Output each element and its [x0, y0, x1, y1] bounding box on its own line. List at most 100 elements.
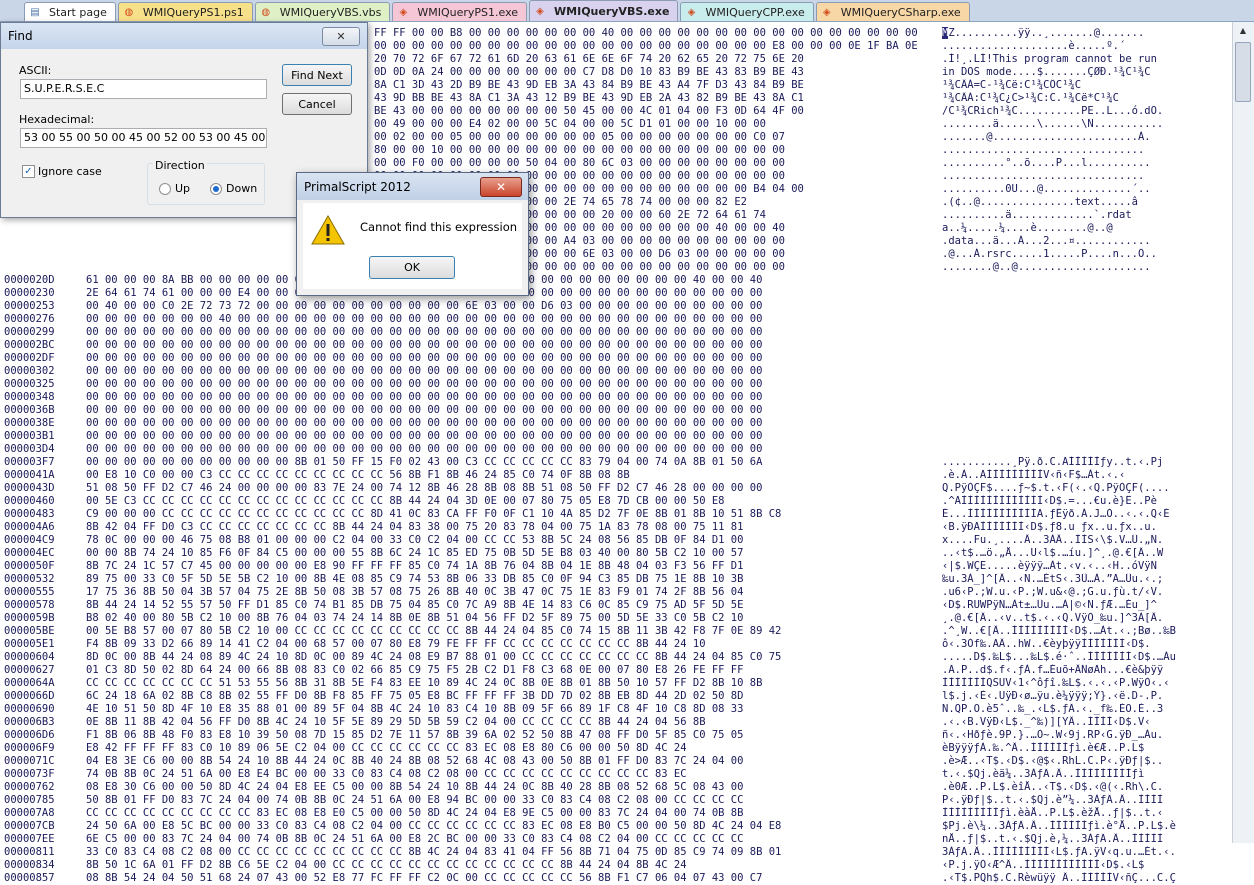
hex-row-bytes[interactable]: 74 0B 8B 0C 24 51 6A 00 E8 E4 BC 00 00 3… — [86, 768, 926, 781]
hex-row-bytes[interactable]: 00 00 00 00 00 00 00 00 00 00 00 00 00 0… — [86, 430, 926, 443]
hex-row-bytes[interactable]: 00 5E B8 57 00 07 80 5B C2 10 00 CC CC C… — [86, 625, 926, 638]
hex-row-bytes[interactable]: 8B 50 1C 6A 01 FF D2 8B C6 5E C2 04 00 C… — [86, 859, 926, 872]
hex-row-ascii[interactable]: x....Fu.¸....Â..3ÀÂ..ÌÌS‹\$.V…Û.„Ñ. — [942, 534, 1227, 547]
hex-row-ascii[interactable]: ................................ — [942, 170, 1227, 183]
hex-row-ascii[interactable]: MZ..........ÿÿ..¸.......@....... — [942, 27, 1227, 40]
hex-row-ascii[interactable]: ‹D$.RUWPÿÑ…Àt±…Ûu.…À|©‹N.ƒÆ.…Éu­_]^ — [942, 599, 1227, 612]
hex-row-ascii[interactable]: .......@.......................À. — [942, 131, 1227, 144]
hex-row-bytes[interactable]: 8B 42 04 FF D0 C3 CC CC CC CC CC CC CC 8… — [86, 521, 926, 534]
hex-row-ascii[interactable]: ........@..@..................... — [942, 261, 1227, 274]
tab-wmiquerycsharp-exe[interactable]: ◈ WMIQueryCSharp.exe — [815, 2, 970, 21]
hex-row-bytes[interactable]: 8D 0C 00 8B 44 24 08 89 4C 24 10 8D 0C 0… — [86, 651, 926, 664]
hex-row-ascii[interactable]: ¹¾CÂÁ:C¹¾C¿C>¹¾C:C.¹¾Cë*C¹¾C — [942, 92, 1227, 105]
hex-row-ascii[interactable]: t.‹.$Qj.èä¼..3ÀƒÄ.Â..ÌÌÌÌÌÌÌÌÌƒì — [942, 768, 1227, 781]
tab-wmiqueryps1-ps1[interactable]: ◍ WMIQueryPS1.ps1 — [117, 2, 253, 21]
hex-row-bytes[interactable]: 8B 7C 24 1C 57 C7 45 00 00 00 00 00 E8 9… — [86, 560, 926, 573]
hex-row-ascii[interactable]: ..........ä.............`.rdat — [942, 209, 1227, 222]
hex-row-ascii[interactable]: .....D$.‰L$...‰L$.é·ˆ..ÌÌÌÌÌÌÌ‹D$.…Àu — [942, 651, 1227, 664]
hex-row-ascii[interactable]: ..........°..õ....P...l.......... — [942, 157, 1227, 170]
hex-row-bytes[interactable]: 51 08 50 FF D2 C7 46 24 00 00 00 00 83 7… — [86, 482, 926, 495]
hex-row-ascii[interactable]: nÅ..ƒ|$..t.‹.$Qj.è,¼..3ÀƒÄ.Â..ÌÌÌÌÌ — [942, 833, 1227, 846]
hex-row-bytes[interactable]: 00 00 00 00 00 00 00 00 00 00 00 00 00 0… — [86, 365, 926, 378]
hex-row-bytes[interactable]: 0D 0D 0A 24 00 00 00 00 00 00 00 C7 D8 D… — [374, 66, 920, 79]
hex-row-bytes[interactable]: 00 00 F0 00 00 00 00 00 50 04 00 80 6C 0… — [374, 157, 920, 170]
hex-row-bytes[interactable]: 17 75 36 8B 50 04 3B 57 04 75 2E 8B 50 0… — [86, 586, 926, 599]
hex-row-bytes[interactable]: 08 8B 54 24 04 50 51 68 24 07 43 00 52 E… — [86, 872, 926, 885]
hex-row-ascii[interactable]: ‹B.ÿÐÃÌÌÌÌÌÌÌ‹D$.ƒ8.u ƒx..u.ƒx..u. — [942, 521, 1227, 534]
ascii-input[interactable]: S.U.P.E.R.S.E.C — [20, 79, 267, 99]
hex-row-bytes[interactable]: 00 00 00 00 00 00 00 00 00 00 00 00 00 0… — [86, 378, 926, 391]
ok-button[interactable]: OK — [369, 256, 455, 279]
hex-row-bytes[interactable]: 43 9D BB BE 43 8A C1 3A 43 12 B9 BE 43 9… — [374, 92, 920, 105]
hex-row-bytes[interactable]: 8A C1 3D 43 2D B9 BE 43 9D EB 3A 43 84 B… — [374, 79, 920, 92]
hex-row-ascii[interactable]: .‹T$.PQh$.C.Rèwüÿÿ Â..ÌÌÌÌÌV‹ñÇ...C.Ç — [942, 872, 1227, 885]
hex-row-bytes[interactable]: 04 E8 3E C6 00 00 8B 54 24 10 8B 44 24 0… — [86, 755, 926, 768]
direction-down-radio[interactable] — [210, 183, 222, 195]
hex-row-ascii[interactable]: ¹¾CÂÁ=C-¹¾Cë:C¹¾CÔC¹¾C — [942, 79, 1227, 92]
tab-wmiquerycpp-exe[interactable]: ◈ WMIQueryCPP.exe — [680, 2, 814, 21]
hex-row-ascii[interactable]: .è.À..ÃÌÌÌÌÌÌÌÌÌV‹ñ‹F$…Àt.‹.‹ — [942, 469, 1227, 482]
hex-row-bytes[interactable]: B8 02 40 00 80 5B C2 10 00 8B 76 04 03 7… — [86, 612, 926, 625]
message-box-close-button[interactable]: ✕ — [480, 177, 522, 197]
hex-row-bytes[interactable]: 00 00 00 00 00 00 00 00 00 00 00 00 00 0… — [86, 326, 926, 339]
hex-row-ascii[interactable]: É...ÌÌÌÌÌÌÌÌÌÌÌA.ƒÊÿð.Á.J…Ò..‹.‹.Q‹È — [942, 508, 1227, 521]
direction-up-radio[interactable] — [159, 183, 171, 195]
hex-row-bytes[interactable]: 00 40 00 00 C0 2E 72 73 72 00 00 00 00 0… — [86, 300, 926, 313]
hex-row-ascii[interactable]: èBÿÿÿƒÀ.‰.^Â..ÌÌÌÌÌÌƒì.è€Æ..P.L$ — [942, 742, 1227, 755]
hex-row-bytes[interactable]: 33 C0 83 C4 08 C2 08 00 CC CC CC CC CC C… — [86, 846, 926, 859]
hex-row-ascii[interactable]: in DOS mode....$.......ÇØÐ.¹¾C¹¾C — [942, 66, 1227, 79]
hex-row-bytes[interactable]: 00 00 00 00 00 00 00 00 00 00 00 00 00 0… — [86, 417, 926, 430]
hex-row-bytes[interactable]: 50 8B 01 FF D0 83 7C 24 04 00 74 0B 8B 0… — [86, 794, 926, 807]
hex-row-bytes[interactable]: BE 43 00 00 00 00 00 00 00 00 50 45 00 0… — [374, 105, 920, 118]
scroll-thumb[interactable] — [1235, 42, 1251, 102]
hex-row-ascii[interactable]: .@...Á.rsrc.....1.....P....n...Ö.. — [942, 248, 1227, 261]
hex-row-bytes[interactable]: 00 00 00 00 00 00 00 00 00 00 00 00 00 0… — [86, 391, 926, 404]
hex-row-bytes[interactable]: C9 00 00 00 CC CC CC CC CC CC CC CC CC C… — [86, 508, 926, 521]
hex-row-ascii[interactable]: ‹|$.WÇE.....èÿÿÿ…Àt.‹v.‹..‹H..óVÿÑ — [942, 560, 1227, 573]
hex-row-ascii[interactable]: .data...ä...Á...2...¤............ — [942, 235, 1227, 248]
hex-row-ascii[interactable]: ..‹t$.…ö.„Å...U‹l$.…íu.]^¸.@.€[Â..W — [942, 547, 1227, 560]
hex-row-ascii[interactable]: 3ÀƒÄ.Â..ÌÌÌÌÌÌÌÌÌ‹L$.ƒA.ÿV‹q.u.…Ét.‹. — [942, 846, 1227, 859]
hex-row-bytes[interactable]: 8B 44 24 14 52 55 57 50 FF D1 85 C0 74 B… — [86, 599, 926, 612]
find-next-button[interactable]: Find Next — [282, 64, 352, 86]
hex-row-ascii[interactable]: ‰u.3À_]^[Â..‹N.…ÉtS‹.3Û…À.”Ã…Ûu.‹.; — [942, 573, 1227, 586]
hex-row-bytes[interactable]: 80 00 00 10 00 00 00 00 00 00 00 00 00 0… — [374, 144, 920, 157]
hex-row-ascii[interactable]: a..¼.....¼....è........@..@ — [942, 222, 1227, 235]
hex-row-ascii[interactable]: ô‹.3Òf‰.AÂ..hW..€èyþÿÿÌÌÌÌÌÌÌ‹D$. — [942, 638, 1227, 651]
hex-row-ascii[interactable]: .è0Æ..P.L$.èîÅ..‹T$.‹D$.‹@(‹.Rh\.C. — [942, 781, 1227, 794]
hex-row-bytes[interactable]: 4E 10 51 50 8D 4F 10 E8 35 88 01 00 89 5… — [86, 703, 926, 716]
hex-row-ascii[interactable]: P‹.ÿÐƒ|$..t.‹.$Qj.è”¼..3ÀƒÄ.Â..ÌÌÌÌ — [942, 794, 1227, 807]
tab-wmiqueryvbs-exe[interactable]: ◈ WMIQueryVBS.exe — [529, 0, 679, 21]
hex-row-bytes[interactable]: 00 49 00 00 00 E4 02 00 00 5C 04 00 00 5… — [374, 118, 920, 131]
scroll-up-arrow-icon[interactable]: ▲ — [1233, 22, 1253, 39]
hex-row-bytes[interactable]: 78 0C 00 00 00 46 75 08 B8 01 00 00 00 C… — [86, 534, 926, 547]
hex-row-bytes[interactable]: 20 70 72 6F 67 72 61 6D 20 63 61 6E 6E 6… — [374, 53, 920, 66]
hex-row-bytes[interactable]: F4 8B 09 33 D2 66 89 14 41 C2 04 00 68 5… — [86, 638, 926, 651]
hex-row-bytes[interactable]: 6C 24 18 6A 02 8B C8 8B 02 55 FF D0 8B F… — [86, 690, 926, 703]
hex-row-bytes[interactable]: 00 00 00 00 00 00 00 00 00 00 00 00 00 0… — [86, 443, 926, 456]
hex-row-bytes[interactable]: 0E 8B 11 8B 42 04 56 FF D0 8B 4C 24 10 5… — [86, 716, 926, 729]
hex-row-bytes[interactable]: 00 00 00 00 00 00 00 00 00 00 00 00 00 0… — [86, 339, 926, 352]
hex-row-ascii[interactable]: ¸.@.€[Â..‹v..t$.‹.‹Q.VÿÒ_‰u.]^3À[Â. — [942, 612, 1227, 625]
hex-row-ascii[interactable]: ...........¸Pÿ.ð.C.ÃÌÌÌÌÌƒy..t.‹.Pj — [942, 456, 1227, 469]
hex-row-ascii[interactable]: /C¹¾CRich¹¾C..........PE..L...ó.dO. — [942, 105, 1227, 118]
hex-row-bytes[interactable]: 89 75 00 33 C0 5F 5D 5E 5B C2 10 00 8B 4… — [86, 573, 926, 586]
hex-row-bytes[interactable]: 6E C5 00 00 83 7C 24 04 00 74 0B 8B 0C 2… — [86, 833, 926, 846]
find-dialog-close-button[interactable]: ✕ — [322, 27, 360, 46]
hex-row-ascii[interactable]: Q.PÿÒÇF$....ƒ~$.t.‹F(‹.‹Q.PÿÒÇF(.... — [942, 482, 1227, 495]
tab-start-page[interactable]: ▤ Start page — [24, 2, 116, 21]
hex-row-ascii[interactable]: $Pj.è\¼..3ÀƒÄ.Â..ÌÌÌÌÌÌƒì.è°Å..P.L$.è — [942, 820, 1227, 833]
hex-row-bytes[interactable]: 00 00 00 00 00 00 00 40 00 00 00 00 00 0… — [86, 313, 926, 326]
hex-row-bytes[interactable]: 00 00 8B 74 24 10 85 F6 0F 84 C5 00 00 0… — [86, 547, 926, 560]
hex-row-bytes[interactable]: 00 00 00 00 00 00 00 00 00 00 00 00 00 0… — [86, 352, 926, 365]
hex-row-bytes[interactable]: E8 42 FF FF FF 83 C0 10 89 06 5E C2 04 0… — [86, 742, 926, 755]
hex-row-bytes[interactable]: 00 E8 10 C0 00 00 C3 CC CC CC CC CC CC C… — [86, 469, 926, 482]
hex-row-bytes[interactable]: CC CC CC CC CC CC CC CC CC 83 EC 08 E8 E… — [86, 807, 926, 820]
hex-row-ascii[interactable]: .u6‹P.;W.u.‹P.;W.u&‹@.;G.u.ƒù.t/‹V. — [942, 586, 1227, 599]
hex-row-ascii[interactable]: ................................ — [942, 144, 1227, 157]
hex-row-ascii[interactable]: .è>Æ..‹T$.‹D$.‹@$‹.RhL.C.P‹.ÿÐƒ|$.. — [942, 755, 1227, 768]
tab-wmiqueryps1-exe[interactable]: ◈ WMIQueryPS1.exe — [392, 2, 528, 21]
hex-row-ascii[interactable]: ‹P.j.ÿÒ‹Æ^Â..ÌÌÌÌÌÌÌÌÌÌÌÌ‹D$.‹L$ — [942, 859, 1227, 872]
hex-row-ascii[interactable]: .Í!¸.LÍ!This program cannot be run — [942, 53, 1227, 66]
hex-row-ascii[interactable]: .‹.‹B.VÿÐ‹L$._^‰)][YÂ..ÌÌÌÌ‹D$.V‹ — [942, 716, 1227, 729]
